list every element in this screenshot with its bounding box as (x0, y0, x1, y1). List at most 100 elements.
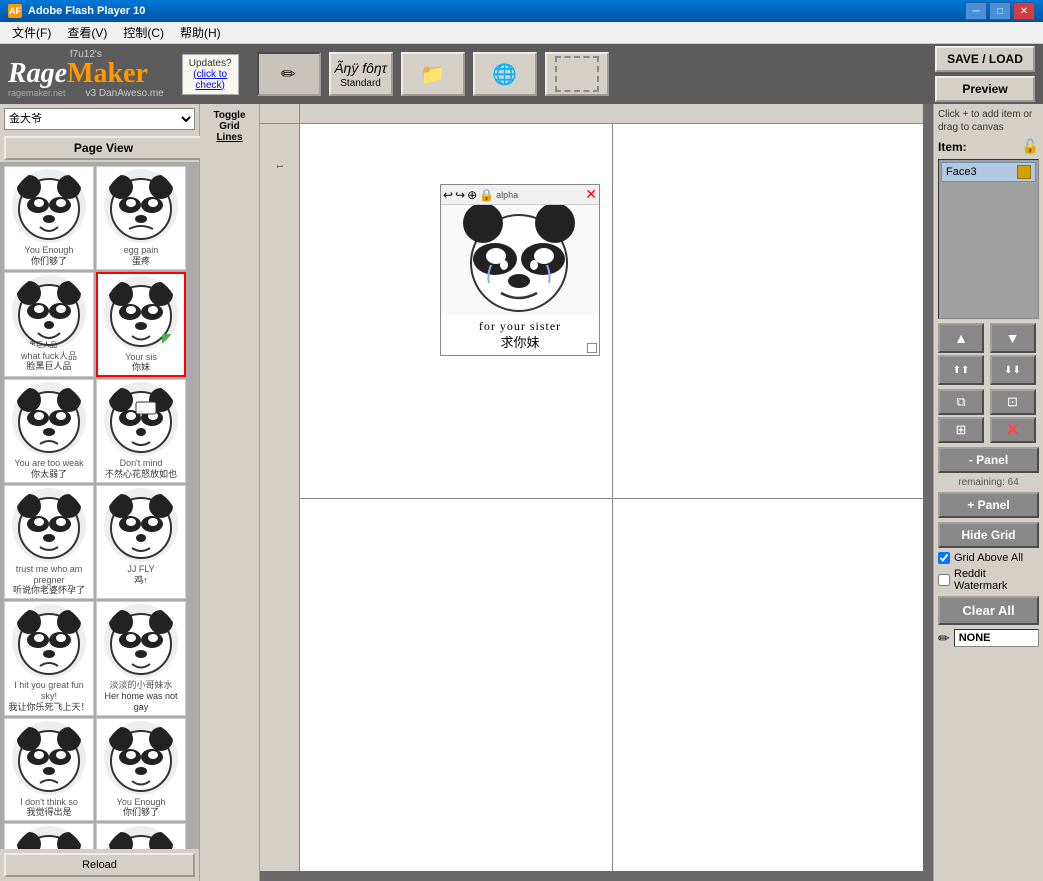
folder-tool-button[interactable]: 📁 (401, 52, 465, 96)
toggle-grid-label: Toggle Grid Lines (213, 110, 245, 143)
grid-above-label: Grid Above All (954, 552, 1023, 564)
sprite-item-9[interactable]: I hit you great fun sky! 我让你乐死飞上天！ (4, 601, 94, 715)
sprite-label-1: You Enough 你们够了 (25, 245, 74, 267)
sprite-item-2[interactable]: egg pain 蛋疼 (96, 166, 186, 270)
header-toolbar: f7u12's Rage Maker ragemaker.net v3 DanA… (0, 44, 1043, 104)
sprite-item-3[interactable]: 脸黑巨人品 what fuck人品 脸黑巨人品 (4, 272, 94, 378)
sprite-label-10: 淡淡的小哥妹水 Her home was not gay (99, 680, 183, 712)
item-list-box: Face3 (938, 159, 1039, 319)
menu-control[interactable]: 控制(C) (115, 22, 172, 43)
sprite-item-4[interactable]: + Your sis 你妹 (96, 272, 186, 378)
clear-all-button[interactable]: Clear All (938, 596, 1039, 625)
reload-button[interactable]: Reload (4, 853, 195, 877)
pencil-small-icon: ✏ (938, 630, 950, 647)
menu-help[interactable]: 帮助(H) (172, 22, 229, 43)
reddit-watermark-label: Reddit Watermark (954, 568, 1039, 592)
move-to-bottom-button[interactable]: ⬇⬇ (990, 355, 1036, 385)
meme-zoom-icon[interactable]: ⊕ (467, 188, 477, 202)
sprite-item-12[interactable]: You Enough 你们够了 (96, 718, 186, 822)
sprite-label-3: what fuck人品 脸黑巨人品 (21, 351, 77, 373)
svg-text:…: … (137, 408, 143, 414)
canvas-background[interactable]: ↩ ↪ ⊕ 🔒 alpha ✕ (300, 124, 923, 871)
meme-rotate-right-icon[interactable]: ↪ (455, 188, 465, 202)
none-display: NONE (954, 629, 1039, 647)
font-tool-button[interactable]: Ãŋÿ fôŋτ Standard (329, 52, 393, 96)
ruler-top (300, 104, 923, 124)
meme-face-image (441, 205, 596, 315)
canvas-grid-horizontal (300, 498, 923, 499)
title-bar-controls[interactable]: ─ □ ✕ (965, 2, 1035, 20)
close-button[interactable]: ✕ (1013, 2, 1035, 20)
sprite-item-1[interactable]: You Enough 你们够了 (4, 166, 94, 270)
page-view-button[interactable]: Page View (4, 136, 203, 160)
menu-file[interactable]: 文件(F) (4, 22, 59, 43)
grid-above-checkbox-row: Grid Above All (938, 552, 1039, 564)
canvas-meme-item[interactable]: ↩ ↪ ⊕ 🔒 alpha ✕ (440, 184, 600, 356)
meme-item-toolbar: ↩ ↪ ⊕ 🔒 alpha ✕ (441, 185, 599, 205)
meme-alpha-label: alpha (496, 190, 518, 200)
grid-above-checkbox[interactable] (938, 552, 950, 564)
minus-panel-button[interactable]: - Panel (938, 447, 1039, 473)
meme-lock-icon[interactable]: 🔒 (479, 188, 494, 202)
copy-button[interactable]: ⧉ (938, 389, 984, 415)
body-area: 金大爷 Page View (0, 104, 1043, 881)
font-type-text: Standard (340, 78, 381, 89)
item-list-entry-face3[interactable]: Face3 (941, 162, 1036, 182)
meme-resize-handle[interactable] (587, 343, 597, 353)
sprite-item-10[interactable]: 淡淡的小哥妹水 Her home was not gay (96, 601, 186, 715)
sprite-grid: You Enough 你们够了 (0, 162, 199, 849)
meme-rotate-left-icon[interactable]: ↩ (443, 188, 453, 202)
sprite-item-5[interactable]: You are too weak 你太弱了 (4, 379, 94, 483)
sprite-item-13[interactable]: I'm your sister 求你妹 (4, 823, 94, 849)
sprite-face-2 (104, 169, 178, 243)
logo-area: f7u12's Rage Maker ragemaker.net v3 DanA… (8, 49, 164, 99)
updates-sublabel2: check) (189, 80, 232, 91)
sprite-category-dropdown[interactable]: 金大爷 (4, 108, 195, 130)
plus-panel-button[interactable]: + Panel (938, 492, 1039, 518)
save-load-button[interactable]: SAVE / LOAD (935, 46, 1035, 72)
left-sidebar: 金大爷 Page View (0, 104, 200, 881)
maximize-button[interactable]: □ (989, 2, 1011, 20)
sprite-face-10 (104, 604, 178, 678)
pencil-tool-button[interactable]: ✏ (257, 52, 321, 96)
item-lock-icon[interactable]: 🔓 (1022, 138, 1039, 155)
sprite-item-7[interactable]: trust me who am pregner 听说你老婆怀孕了 (4, 485, 94, 599)
move-to-top-button[interactable]: ⬆⬆ (938, 355, 984, 385)
updates-box[interactable]: Updates? (click to check) (182, 54, 239, 95)
updates-label: Updates? (189, 58, 232, 69)
menu-view[interactable]: 查看(V) (59, 22, 115, 43)
move-up-button[interactable]: ▲ (938, 323, 984, 353)
sprite-item-14[interactable]: My dad is a Gang 我爸是李刚 (96, 823, 186, 849)
sprite-face-9 (12, 604, 86, 678)
dotted-tool-button[interactable] (545, 52, 609, 96)
sprite-label-11: I don't think so 我觉得出是 (20, 797, 78, 819)
globe-tool-button[interactable]: 🌐 (473, 52, 537, 96)
sprite-face-6: … (104, 382, 178, 456)
paste-button[interactable]: ⊡ (990, 389, 1036, 415)
hide-grid-button[interactable]: Hide Grid (938, 522, 1039, 548)
delete-button[interactable]: ✕ (990, 417, 1036, 443)
duplicate-button[interactable]: ⊞ (938, 417, 984, 443)
minimize-button[interactable]: ─ (965, 2, 987, 20)
meme-text-chinese: 求你妹 (445, 335, 595, 352)
sprite-label-4: Your sis 你妹 (125, 352, 157, 374)
item-label-row: Item: 🔓 (938, 138, 1039, 155)
meme-close-icon[interactable]: ✕ (585, 186, 597, 203)
title-bar-left: AF Adobe Flash Player 10 (8, 4, 145, 18)
ruler-corner (260, 104, 300, 124)
sprite-item-6[interactable]: … Don't mind 不然心花怒放如也 (96, 379, 186, 483)
right-panel: Click + to add item or drag to canvas It… (933, 104, 1043, 881)
sprite-item-8[interactable]: JJ FLY 鸡↑ (96, 485, 186, 599)
click-hint-text: Click + to add item or drag to canvas (938, 108, 1039, 134)
meme-text-container: for your sister 求你妹 (441, 315, 599, 355)
preview-button[interactable]: Preview (935, 76, 1035, 102)
sprite-item-11[interactable]: I don't think so 我觉得出是 (4, 718, 94, 822)
sprite-face-14 (104, 826, 178, 849)
move-down-button[interactable]: ▼ (990, 323, 1036, 353)
sprite-face-5 (12, 382, 86, 456)
sprite-face-12 (104, 721, 178, 795)
toggle-grid-button[interactable]: Toggle Grid Lines (200, 104, 260, 881)
reddit-watermark-checkbox[interactable] (938, 574, 950, 586)
sprite-label-2: egg pain 蛋疼 (124, 245, 159, 267)
app-icon: AF (8, 4, 22, 18)
